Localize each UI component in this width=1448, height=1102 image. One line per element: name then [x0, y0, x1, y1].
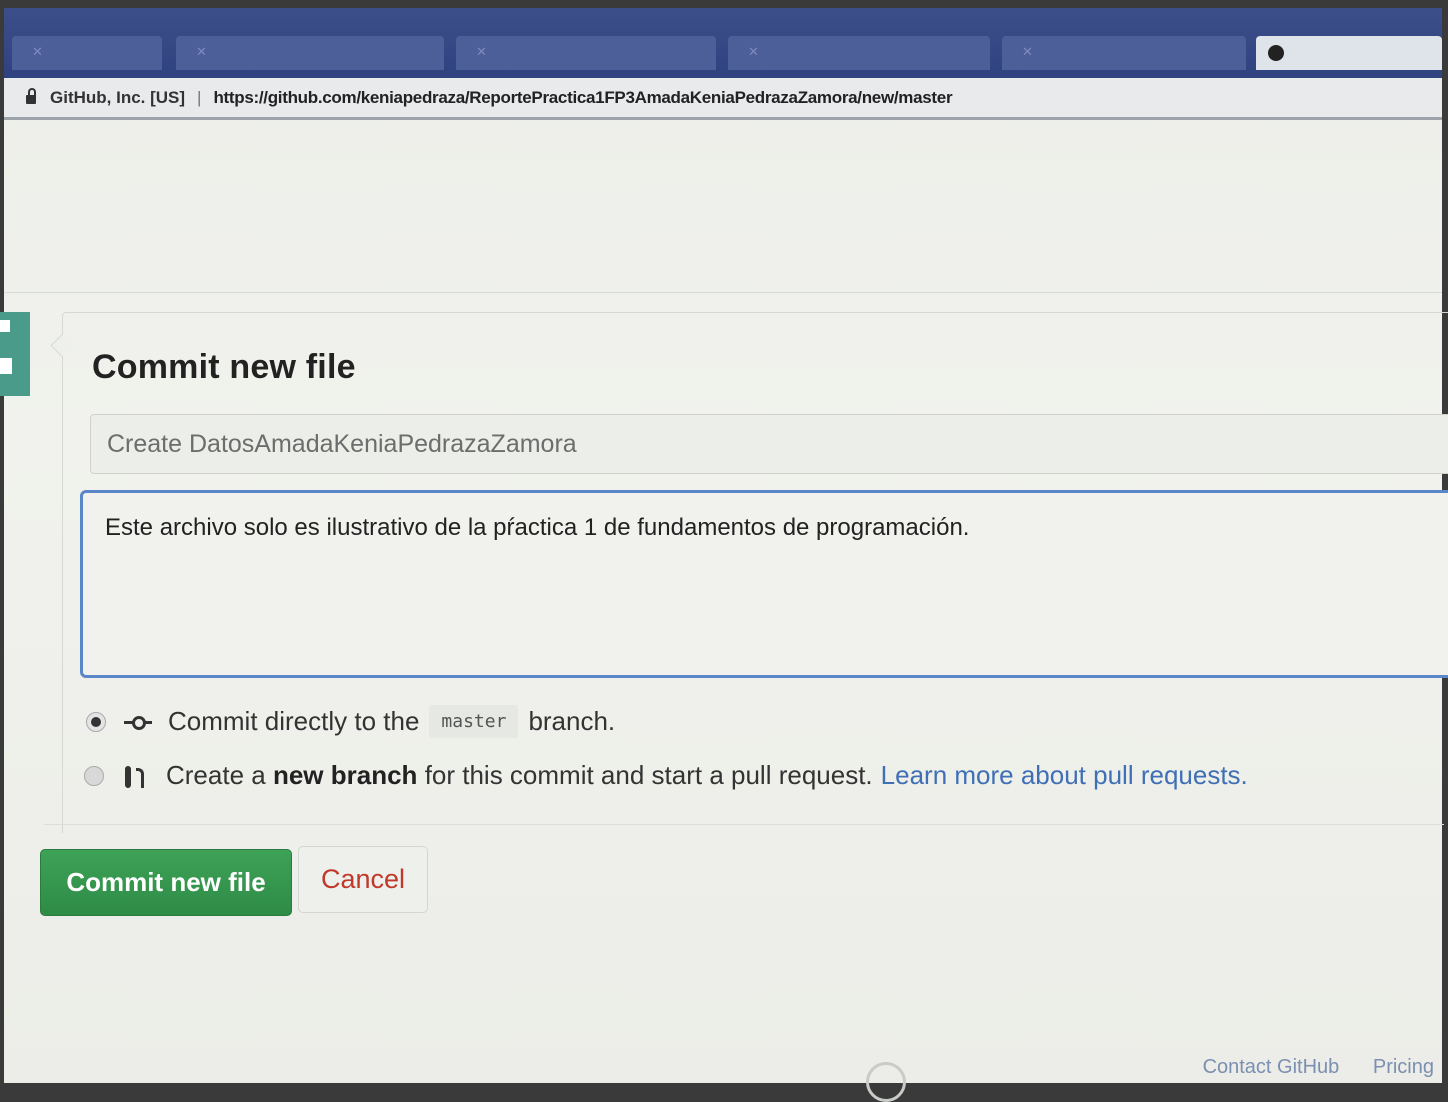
- commit-direct-option[interactable]: Commit directly to the master branch.: [86, 705, 615, 738]
- github-footer-logo-icon[interactable]: [866, 1062, 906, 1102]
- commit-direct-prefix: Commit directly to the: [168, 706, 420, 736]
- address-bar[interactable]: GitHub, Inc. [US] | https://github.com/k…: [4, 78, 1442, 120]
- tab-close-icon[interactable]: ✕: [196, 44, 207, 59]
- browser-tab[interactable]: ✕: [728, 36, 990, 70]
- tab-close-icon[interactable]: ✕: [476, 44, 487, 59]
- git-commit-icon: [124, 714, 152, 730]
- lock-icon: [26, 88, 36, 104]
- new-branch-radio[interactable]: [84, 765, 104, 786]
- footer-left-links: [340, 1068, 484, 1091]
- certificate-label[interactable]: GitHub, Inc. [US]: [50, 88, 185, 108]
- commit-summary-input[interactable]: [90, 414, 1448, 474]
- tab-close-icon[interactable]: ✕: [32, 44, 43, 59]
- git-pull-request-icon: [122, 762, 148, 790]
- browser-tab-active[interactable]: [1256, 36, 1442, 70]
- github-icon: [1268, 44, 1284, 61]
- cancel-button[interactable]: Cancel: [298, 846, 428, 913]
- url-text[interactable]: https://github.com/keniapedraza/ReporteP…: [213, 88, 952, 108]
- browser-tab[interactable]: ✕: [12, 36, 162, 70]
- commit-new-file-button[interactable]: Commit new file: [40, 849, 292, 916]
- address-separator: |: [197, 87, 202, 107]
- browser-tab[interactable]: ✕: [456, 36, 716, 70]
- new-branch-bold: new branch: [272, 760, 418, 790]
- branch-name-code: master: [429, 705, 519, 738]
- new-branch-suffix: for this commit and start a pull request…: [424, 760, 873, 790]
- learn-more-pull-requests-link[interactable]: Learn more about pull requests.: [881, 760, 1248, 791]
- footer-right-links: Contact GitHub Pricing: [1175, 1056, 1434, 1079]
- browser-tabstrip: ✕ ✕ ✕ ✕ ✕: [4, 8, 1442, 78]
- tab-close-icon[interactable]: ✕: [1022, 44, 1033, 59]
- footer-link-pricing[interactable]: Pricing: [1373, 1056, 1434, 1078]
- commit-title: Commit new file: [92, 348, 356, 386]
- actions-divider: [44, 824, 1444, 825]
- new-branch-prefix: Create a: [166, 760, 266, 790]
- footer-link-contact[interactable]: Contact GitHub: [1203, 1056, 1340, 1078]
- commit-direct-suffix: branch.: [528, 706, 616, 736]
- browser-tab[interactable]: ✕: [176, 36, 444, 70]
- new-branch-option[interactable]: Create a new branch for this commit and …: [84, 760, 1248, 791]
- commit-description-textarea[interactable]: Este archivo solo es ilustrativo de la p…: [80, 490, 1448, 678]
- page-divider: [4, 292, 1442, 293]
- browser-tab[interactable]: ✕: [1002, 36, 1246, 70]
- tab-close-icon[interactable]: ✕: [748, 44, 759, 59]
- commit-direct-radio[interactable]: [86, 711, 106, 732]
- avatar[interactable]: [0, 312, 30, 396]
